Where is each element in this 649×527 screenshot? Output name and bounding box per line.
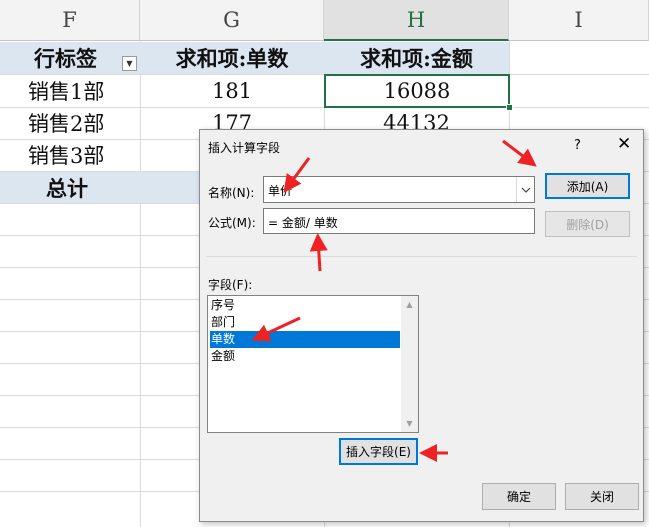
help-icon[interactable]: ? <box>574 138 581 153</box>
pivot-amount-header[interactable]: 求和项:金额 <box>324 42 509 74</box>
amount-cell-selected[interactable]: 16088 <box>324 74 510 108</box>
list-item[interactable]: 金额 <box>210 348 400 365</box>
divider <box>206 256 637 257</box>
formula-value: = 金额/ 单数 <box>268 216 338 230</box>
scroll-up-icon[interactable]: ▲ <box>401 296 418 313</box>
ok-button[interactable]: 确定 <box>482 483 556 510</box>
row-label[interactable]: 销售1部 <box>28 75 140 107</box>
column-header-g[interactable]: G <box>140 0 324 41</box>
count-cell[interactable]: 181 <box>140 75 324 107</box>
column-header-i[interactable]: I <box>509 0 649 41</box>
dialog-title: 插入计算字段 <box>208 141 281 155</box>
row-label[interactable]: 销售2部 <box>28 107 140 139</box>
formula-input[interactable]: = 金额/ 单数 <box>263 208 535 234</box>
pivot-row-labels-header[interactable]: 行标签 <box>0 42 140 74</box>
add-button[interactable]: 添加(A) <box>545 173 630 199</box>
name-value: 单价 <box>268 184 293 198</box>
filter-dropdown-icon[interactable]: ▼ <box>122 56 137 71</box>
fields-listbox[interactable]: 序号 部门 单数 金额 ▲ ▼ <box>207 295 419 433</box>
insert-calculated-field-dialog: 插入计算字段 ? ✕ 名称(N): 单价 公式(M): = 金额/ 单数 添加(… <box>199 129 644 522</box>
scrollbar[interactable]: ▲ ▼ <box>401 296 418 432</box>
chevron-down-icon[interactable] <box>516 177 534 202</box>
name-combobox[interactable]: 单价 <box>263 176 535 203</box>
close-icon[interactable]: ✕ <box>617 134 631 154</box>
list-item[interactable]: 部门 <box>210 314 400 331</box>
pivot-total-row[interactable]: 总计 <box>0 172 199 203</box>
close-button[interactable]: 关闭 <box>565 483 639 510</box>
column-header-f[interactable]: F <box>0 0 140 41</box>
row-labels-text: 行标签 <box>34 46 97 71</box>
column-header-h[interactable]: H <box>324 0 509 41</box>
insert-field-button[interactable]: 插入字段(E) <box>339 438 418 465</box>
scroll-down-icon[interactable]: ▼ <box>401 415 418 432</box>
name-label: 名称(N): <box>208 186 255 200</box>
total-label: 总计 <box>46 175 88 201</box>
row-label[interactable]: 销售3部 <box>28 139 140 171</box>
list-item[interactable]: 序号 <box>210 297 400 314</box>
fields-label: 字段(F): <box>208 278 253 292</box>
pivot-count-header[interactable]: 求和项:单数 <box>140 42 324 74</box>
delete-button[interactable]: 删除(D) <box>545 211 630 237</box>
formula-label: 公式(M): <box>208 216 256 230</box>
list-item-selected[interactable]: 单数 <box>210 331 400 348</box>
